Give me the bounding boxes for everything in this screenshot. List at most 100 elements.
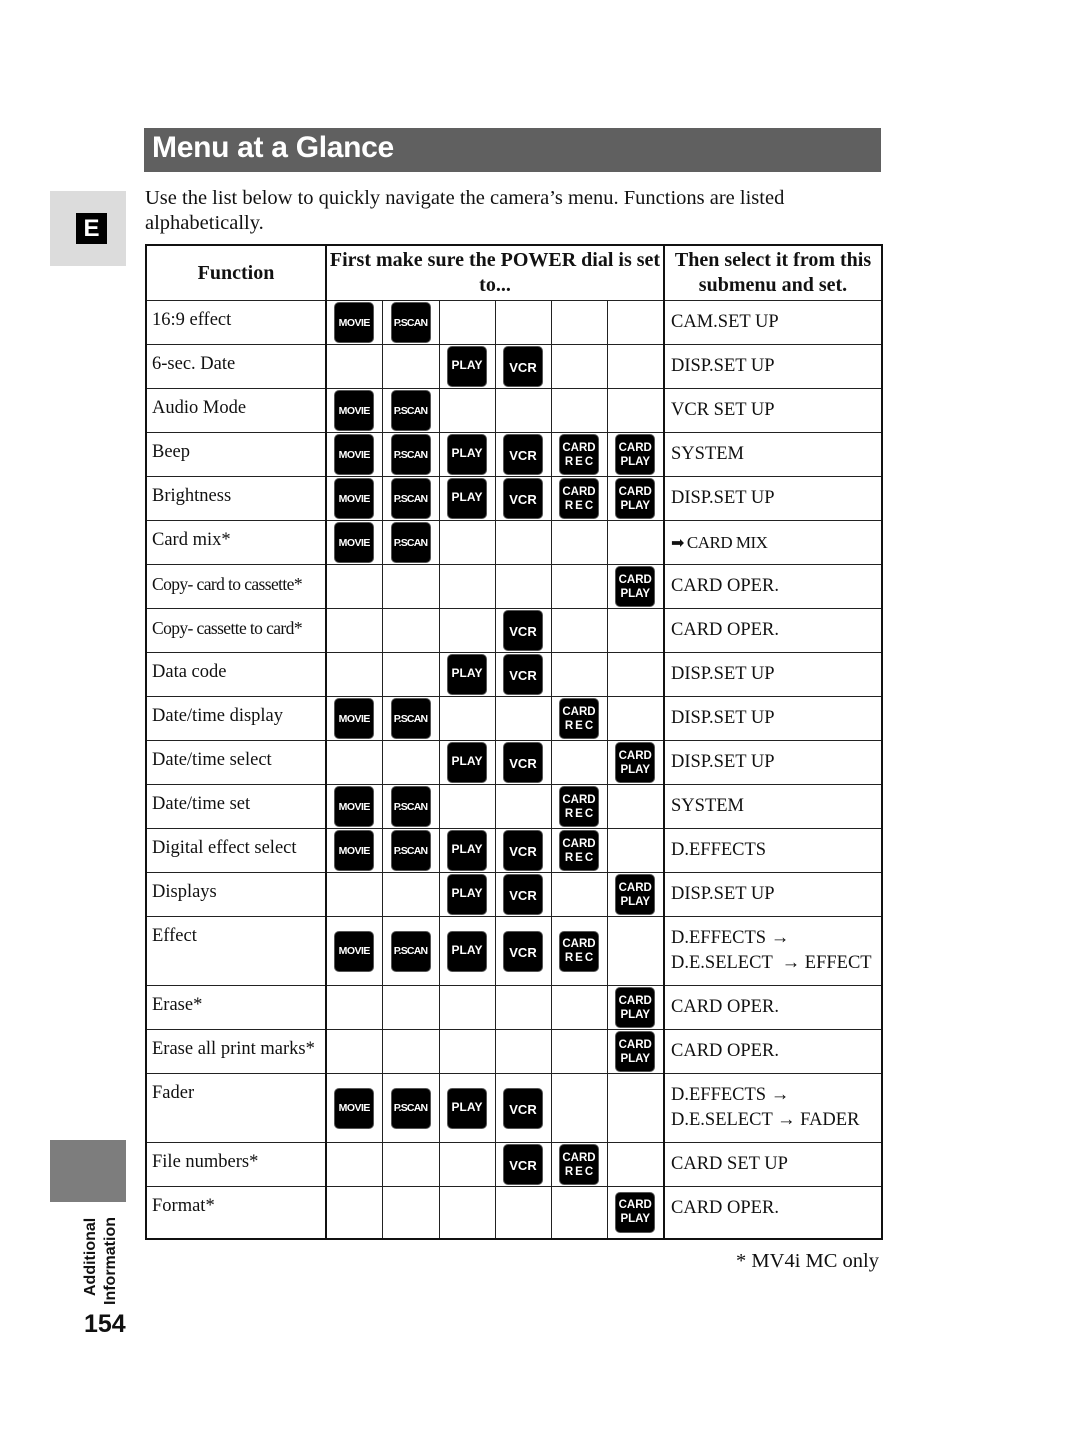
table-row: Effect MOVIE P.SCAN PLAY VCR CARD REC D.EFFECTS… [145, 916, 883, 986]
vcr-mode-icon: VCR [504, 347, 542, 386]
submenu-cell: CARD SET UP [663, 1142, 883, 1187]
mode-cell-play: PLAY [438, 828, 496, 873]
mode-cell-movie: MOVIE [325, 388, 383, 433]
function-cell: Copy- card to cassette* [145, 564, 327, 609]
header-submenu: Then select it from this submenu and set… [663, 244, 883, 301]
mode-icon-label-bottom: PLAY [620, 499, 651, 512]
mode-cell-cardplay [606, 344, 665, 389]
submenu-text: D.EFFECTS [671, 840, 767, 860]
play-mode-icon: PLAY [448, 655, 486, 694]
pscan-mode-icon: P.SCAN [391, 931, 430, 971]
mode-cell-pscan [381, 740, 440, 785]
pscan-mode-icon: P.SCAN [391, 479, 430, 518]
cardplay-mode-icon: CARD PLAY [616, 1032, 655, 1071]
mode-cell-cardplay [606, 1073, 665, 1143]
table-row: Card mix* MOVIE P.SCAN ➡ CARD MIX [145, 520, 883, 565]
mode-cell-cardplay: CARD PLAY [606, 1029, 665, 1074]
mode-cell-movie: MOVIE [325, 432, 383, 477]
mode-cell-cardplay: CARD PLAY [606, 432, 665, 477]
mode-cell-vcr: VCR [494, 828, 552, 873]
vcr-mode-icon: VCR [504, 931, 542, 971]
mode-cell-movie [325, 1142, 383, 1187]
mode-cell-cardrec [550, 520, 608, 565]
mode-icon-label-top: CARD [618, 441, 652, 454]
movie-mode-icon: MOVIE [335, 303, 374, 342]
mode-cell-vcr [494, 784, 552, 829]
movie-mode-icon: MOVIE [335, 931, 374, 971]
submenu-text: CARD OPER. [671, 1198, 779, 1218]
mode-cell-cardplay [606, 608, 665, 653]
movie-mode-icon: MOVIE [335, 523, 374, 562]
movie-mode-icon: MOVIE [335, 831, 374, 870]
mode-icon-label-top: CARD [562, 705, 596, 718]
mode-cell-play [438, 564, 496, 609]
mode-icon-label-bottom: REC [564, 807, 596, 820]
submenu-text-line2: D.E.SELECT → FADER [671, 1110, 860, 1130]
vcr-mode-icon: VCR [504, 743, 542, 782]
mode-cell-play [438, 300, 496, 345]
mode-icon-label-top: CARD [562, 1151, 596, 1164]
cardplay-mode-icon: CARD PLAY [616, 1192, 655, 1232]
mode-cell-vcr [494, 300, 552, 345]
mode-cell-play [438, 985, 496, 1030]
table-row: Copy- card to cassette* CARD PLAY CARD OPER… [145, 564, 883, 609]
table-row: Brightness MOVIE P.SCAN PLAY VCR CARD REC CARD P… [145, 476, 883, 521]
function-cell: Effect [145, 916, 327, 986]
mode-cell-cardrec: CARD REC [550, 916, 608, 986]
table-row: Date/time set MOVIE P.SCAN CARD REC SYSTEM [145, 784, 883, 829]
table-row: Copy- cassette to card* VCR CARD OPER. [145, 608, 883, 653]
mode-cell-cardplay [606, 388, 665, 433]
function-cell: Digital effect select [145, 828, 327, 873]
mode-icon-label-bottom: PLAY [620, 1008, 651, 1021]
mode-cell-pscan: P.SCAN [381, 476, 440, 521]
menu-table: Function First make sure the POWER dial … [145, 244, 883, 1240]
cardplay-mode-icon: CARD PLAY [616, 743, 655, 782]
function-cell: Audio Mode [145, 388, 327, 433]
movie-mode-icon: MOVIE [335, 479, 374, 518]
pscan-mode-icon: P.SCAN [391, 523, 430, 562]
header-power-dial: First make sure the POWER dial is set to… [325, 244, 665, 301]
table-row: Beep MOVIE P.SCAN PLAY VCR CARD REC CARD PLAY SYS… [145, 432, 883, 477]
mode-icon-label-bottom: PLAY [620, 455, 651, 468]
submenu-text: DISP.SET UP [671, 664, 775, 684]
mode-cell-movie: MOVIE [325, 696, 383, 741]
submenu-text: VCR SET UP [671, 400, 775, 420]
mode-cell-cardrec: CARD REC [550, 432, 608, 477]
movie-mode-icon: MOVIE [335, 699, 374, 738]
submenu-cell: CAM.SET UP [663, 300, 883, 345]
mode-cell-vcr [494, 520, 552, 565]
mode-cell-cardrec [550, 300, 608, 345]
submenu-text: SYSTEM [671, 796, 744, 816]
table-row: Erase all print marks* CARD PLAY CARD OPER. [145, 1029, 883, 1074]
pscan-mode-icon: P.SCAN [391, 435, 430, 474]
mode-icon-label-bottom: REC [564, 952, 596, 964]
mode-icon-label-top: CARD [562, 485, 596, 498]
submenu-cell: D.EFFECTS → D.E.SELECT → EFFECT [663, 916, 883, 986]
table-row: 16:9 effect MOVIE P.SCAN CAM.SET UP [145, 300, 883, 345]
play-mode-icon: PLAY [448, 931, 486, 971]
mode-cell-cardrec: CARD REC [550, 828, 608, 873]
function-cell: 6-sec. Date [145, 344, 327, 389]
mode-cell-pscan: P.SCAN [381, 784, 440, 829]
mode-icon-label-bottom: PLAY [620, 587, 651, 600]
play-mode-icon: PLAY [448, 1088, 486, 1128]
mode-icon-label-top: CARD [562, 837, 596, 850]
pscan-mode-icon: P.SCAN [391, 699, 430, 738]
table-row: Date/time display MOVIE P.SCAN CARD REC DISP.… [145, 696, 883, 741]
table-row: Format* CARD PLAY CARD OPER. [145, 1186, 883, 1239]
mode-cell-pscan: P.SCAN [381, 916, 440, 986]
pscan-mode-icon: P.SCAN [391, 831, 430, 870]
mode-cell-pscan: P.SCAN [381, 432, 440, 477]
mode-cell-play: PLAY [438, 872, 496, 917]
vcr-mode-icon: VCR [504, 831, 542, 870]
mode-cell-vcr: VCR [494, 344, 552, 389]
play-mode-icon: PLAY [448, 875, 486, 914]
mode-cell-movie: MOVIE [325, 828, 383, 873]
mode-cell-play: PLAY [438, 432, 496, 477]
mode-cell-pscan [381, 1029, 440, 1074]
submenu-cell: DISP.SET UP [663, 740, 883, 785]
mode-cell-vcr: VCR [494, 608, 552, 653]
mode-cell-cardplay: CARD PLAY [606, 985, 665, 1030]
language-tab-label: E [76, 213, 107, 244]
submenu-cell: VCR SET UP [663, 388, 883, 433]
